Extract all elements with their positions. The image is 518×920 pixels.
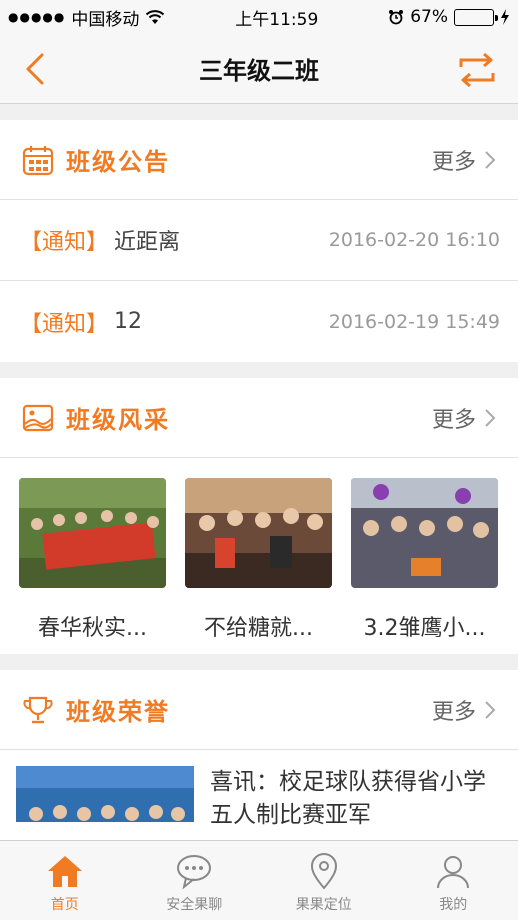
battery-icon [454,8,498,26]
clock: 上午11:59 [235,9,319,30]
announcement-section: 班级公告 更多 【通知】 近距离 2016-02-20 16:10 【通知】 1… [0,120,518,362]
page-title: 三年级二班 [199,57,319,85]
status-bar: ●●●●● 中国移动 上午11:59 67% [0,0,518,34]
status-left: ●●●●● 中国移动 [8,5,165,30]
more-label: 更多 [431,149,476,175]
notice-title: 12 [114,309,143,334]
gallery-caption: 不给糖就... [204,616,313,641]
wifi-icon [146,9,165,24]
honor-more-button[interactable]: 更多 [432,694,496,726]
more-label: 更多 [431,407,476,433]
user-icon [437,856,470,889]
status-right: 67% [388,7,510,27]
main-content[interactable]: 班级公告 更多 【通知】 近距离 2016-02-20 16:10 【通知】 1… [0,104,518,840]
announcement-more-button[interactable]: 更多 [432,144,496,176]
tab-home[interactable]: 首页 [0,841,130,920]
calendar-icon [22,145,54,175]
honor-item[interactable]: 喜讯：校足球队获得省小学五人制比赛亚军 [0,750,518,840]
gallery-photo [351,478,498,588]
tab-label: 首页 [50,897,79,913]
gallery-section: 班级风采 更多 春华秋实... 不给糖就... 3.2雏鹰小... [0,378,518,654]
tab-bar: 首页 安全果聊 果果定位 我的 [0,840,518,920]
home-icon [47,856,82,887]
notice-date: 2016-02-19 15:49 [328,310,500,333]
chevron-right-icon [485,408,496,427]
gallery-caption: 3.2雏鹰小... [363,616,486,641]
chevron-right-icon [485,700,496,719]
honor-text: 喜讯：校足球队获得省小学五人制比赛亚军 [210,769,486,828]
gallery-item[interactable]: 3.2雏鹰小... [351,478,498,654]
gallery-photo [185,478,332,588]
battery-percent: 67% [410,7,448,27]
tab-label: 果果定位 [295,897,352,913]
chevron-right-icon [485,150,496,169]
honor-title: 班级荣誉 [66,698,170,726]
notice-tag: 【通知】 [20,311,109,337]
notice-row[interactable]: 【通知】 12 2016-02-19 15:49 [0,281,518,362]
notice-title: 近距离 [114,230,181,255]
tab-location[interactable]: 果果定位 [259,841,389,920]
gallery-caption: 春华秋实... [38,616,147,641]
gallery-title: 班级风采 [66,406,170,434]
gallery-item[interactable]: 不给糖就... [185,478,332,654]
gallery-list: 春华秋实... 不给糖就... 3.2雏鹰小... [0,458,518,654]
honor-photo [16,766,194,840]
gallery-item[interactable]: 春华秋实... [19,478,166,654]
notice-date: 2016-02-20 16:10 [328,229,500,251]
tab-label: 安全果聊 [166,897,223,913]
tab-profile[interactable]: 我的 [389,841,518,920]
switch-class-icon[interactable] [458,52,496,88]
tab-label: 我的 [439,897,468,913]
back-icon[interactable] [20,52,54,86]
honor-header: 班级荣誉 更多 [0,670,518,750]
trophy-icon [23,696,53,723]
announcement-title: 班级公告 [66,148,170,176]
gallery-more-button[interactable]: 更多 [432,402,496,434]
signal-icon: ●●●●● [8,10,66,24]
tab-chat[interactable]: 安全果聊 [130,841,260,920]
charging-icon [501,9,509,25]
picture-icon [22,404,54,431]
nav-bar: 三年级二班 [0,34,518,104]
notice-tag: 【通知】 [20,230,109,255]
gallery-header: 班级风采 更多 [0,378,518,458]
location-icon [310,853,337,890]
more-label: 更多 [431,699,476,725]
carrier-label: 中国移动 [71,9,140,30]
announcement-header: 班级公告 更多 [0,120,518,200]
honor-section: 班级荣誉 更多 喜讯：校足球队获得省小学五人制比赛亚军 [0,670,518,840]
chat-icon [177,855,212,890]
alarm-icon [389,10,404,25]
gallery-photo [19,478,166,588]
notice-row[interactable]: 【通知】 近距离 2016-02-20 16:10 [0,200,518,281]
